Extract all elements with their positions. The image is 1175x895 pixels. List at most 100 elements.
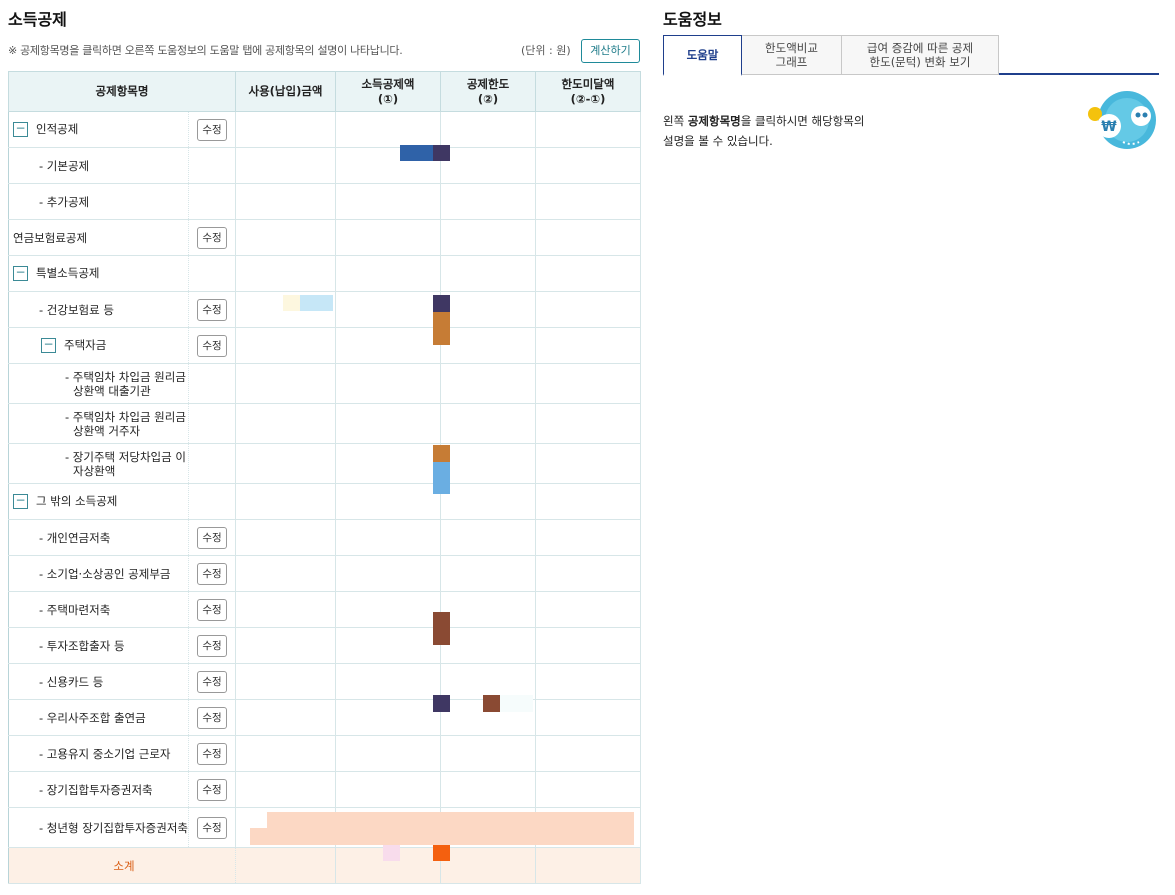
edit-cell: 수정 xyxy=(188,327,236,364)
row-label[interactable]: - 장기주택 저당차입금 이자상환액 xyxy=(65,450,188,478)
collapse-toggle-icon[interactable]: − xyxy=(13,122,28,137)
limit-cell xyxy=(440,111,536,148)
table-row: - 주택마련저축 수정 xyxy=(8,591,641,628)
collapse-toggle-icon[interactable]: − xyxy=(13,266,28,281)
usage-cell xyxy=(235,591,336,628)
row-label-cell[interactable]: - 소기업·소상공인 공제부금 xyxy=(8,555,189,592)
edit-button[interactable]: 수정 xyxy=(197,634,227,657)
row-label[interactable]: - 장기집합투자증권저축 xyxy=(39,783,153,797)
remaining-cell xyxy=(535,363,641,404)
row-label-cell[interactable]: - 기본공제 xyxy=(8,147,189,184)
row-label[interactable]: - 개인연금저축 xyxy=(39,531,110,545)
usage-cell xyxy=(235,627,336,664)
edit-cell: 수정 xyxy=(188,627,236,664)
edit-cell: 수정 xyxy=(188,699,236,736)
remaining-cell xyxy=(535,735,641,772)
edit-button[interactable]: 수정 xyxy=(197,670,227,693)
row-label-cell[interactable]: - 추가공제 xyxy=(8,183,189,220)
row-label-cell[interactable]: 연금보험료공제 xyxy=(8,219,189,256)
row-label[interactable]: - 소기업·소상공인 공제부금 xyxy=(39,567,171,581)
row-label-cell[interactable]: - 우리사주조합 출연금 xyxy=(8,699,189,736)
row-label[interactable]: 특별소득공제 xyxy=(36,266,99,280)
help-text-line2: 설명을 볼 수 있습니다. xyxy=(663,134,773,148)
remaining-cell xyxy=(535,183,641,220)
tab-help[interactable]: 도움말 xyxy=(663,35,742,76)
edit-button[interactable]: 수정 xyxy=(197,526,227,549)
row-label[interactable]: - 고용유지 중소기업 근로자 xyxy=(39,747,171,761)
tab-salary-threshold[interactable]: 급여 증감에 따른 공제 한도(문턱) 변화 보기 xyxy=(841,35,999,75)
row-label-cell[interactable]: − 특별소득공제 xyxy=(8,255,189,292)
row-label[interactable]: 그 밖의 소득공제 xyxy=(36,494,117,508)
row-label[interactable]: - 신용카드 등 xyxy=(39,675,103,689)
row-label-cell[interactable]: - 신용카드 등 xyxy=(8,663,189,700)
edit-button[interactable]: 수정 xyxy=(197,778,227,801)
row-label[interactable]: - 청년형 장기집합투자증권저축 xyxy=(39,821,188,835)
row-label[interactable]: 인적공제 xyxy=(36,122,78,136)
help-panel: 도움정보 도움말 한도액비교 그래프 급여 증감에 따른 공제 한도(문턱) 변… xyxy=(663,0,1160,200)
subtotal-label: 소계 xyxy=(8,847,236,884)
edit-button[interactable]: 수정 xyxy=(197,118,227,141)
row-label[interactable]: 연금보험료공제 xyxy=(13,231,87,245)
row-label-cell[interactable]: - 장기집합투자증권저축 xyxy=(8,771,189,808)
row-label-cell[interactable]: - 건강보험료 등 xyxy=(8,291,189,328)
row-label-cell[interactable]: - 주택임차 차입금 원리금상환액 대출기관 xyxy=(8,363,189,404)
edit-button[interactable]: 수정 xyxy=(197,226,227,249)
row-label[interactable]: - 추가공제 xyxy=(39,195,89,209)
edit-button[interactable]: 수정 xyxy=(197,298,227,321)
row-label-cell[interactable]: - 장기주택 저당차입금 이자상환액 xyxy=(8,443,189,484)
row-label-cell[interactable]: - 청년형 장기집합투자증권저축 xyxy=(8,807,189,848)
edit-button[interactable]: 수정 xyxy=(197,742,227,765)
row-label[interactable]: - 기본공제 xyxy=(39,159,89,173)
row-label-cell[interactable]: - 투자조합출자 등 xyxy=(8,627,189,664)
deduction-cell xyxy=(335,111,441,148)
row-label-cell[interactable]: − 인적공제 xyxy=(8,111,189,148)
table-row: − 주택자금 수정 xyxy=(8,327,641,364)
row-label-cell[interactable]: - 주택마련저축 xyxy=(8,591,189,628)
edit-button[interactable]: 수정 xyxy=(197,334,227,357)
usage-cell xyxy=(235,663,336,700)
row-label[interactable]: - 우리사주조합 출연금 xyxy=(39,711,146,725)
table-row: − 특별소득공제 xyxy=(8,255,641,292)
remaining-cell xyxy=(535,771,641,808)
notice-text: ※ 공제항목명을 클릭하면 오른쪽 도움정보의 도움말 탭에 공제항목의 설명이… xyxy=(8,44,403,57)
edit-button[interactable]: 수정 xyxy=(197,562,227,585)
edit-cell xyxy=(188,363,236,404)
edit-button[interactable]: 수정 xyxy=(197,816,227,839)
tab-limit-graph[interactable]: 한도액비교 그래프 xyxy=(741,35,842,75)
usage-cell xyxy=(235,183,336,220)
deduction-cell xyxy=(335,327,441,364)
help-text-bold: 공제항목명 xyxy=(687,114,741,128)
row-label[interactable]: - 주택임차 차입금 원리금상환액 거주자 xyxy=(65,410,188,438)
calculate-button[interactable]: 계산하기 xyxy=(581,39,640,63)
row-label-cell[interactable]: − 그 밖의 소득공제 xyxy=(8,483,189,520)
header-remaining-label: 한도미달액 (②-①) xyxy=(561,76,615,106)
row-label-cell[interactable]: - 주택임차 차입금 원리금상환액 거주자 xyxy=(8,403,189,444)
help-panel-title: 도움정보 xyxy=(663,10,722,29)
header-item: 공제항목명 xyxy=(8,71,236,112)
usage-cell xyxy=(235,483,336,520)
deduction-cell xyxy=(335,771,441,808)
table-header-row: 공제항목명 사용(납입)금액 소득공제액 (①) 공제한도 (②) 한도미달액 … xyxy=(8,71,641,112)
row-label[interactable]: - 주택마련저축 xyxy=(39,603,110,617)
deduction-cell xyxy=(335,735,441,772)
edit-button[interactable]: 수정 xyxy=(197,706,227,729)
help-tabs: 도움말 한도액비교 그래프 급여 증감에 따른 공제 한도(문턱) 변화 보기 xyxy=(663,35,1159,76)
row-label-cell[interactable]: − 주택자금 xyxy=(8,327,189,364)
collapse-toggle-icon[interactable]: − xyxy=(13,494,28,509)
limit-cell xyxy=(440,327,536,364)
value-artifact xyxy=(250,828,634,845)
value-artifact xyxy=(433,612,450,645)
row-label[interactable]: - 건강보험료 등 xyxy=(39,303,114,317)
value-artifact xyxy=(383,845,400,861)
collapse-toggle-icon[interactable]: − xyxy=(41,338,56,353)
value-artifact xyxy=(433,695,450,712)
row-label[interactable]: - 투자조합출자 등 xyxy=(39,639,125,653)
help-text-prefix: 왼쪽 xyxy=(663,114,688,128)
row-label[interactable]: 주택자금 xyxy=(64,338,106,352)
edit-button[interactable]: 수정 xyxy=(197,598,227,621)
row-label[interactable]: - 주택임차 차입금 원리금상환액 대출기관 xyxy=(65,370,188,398)
row-label-cell[interactable]: - 고용유지 중소기업 근로자 xyxy=(8,735,189,772)
usage-cell xyxy=(235,363,336,404)
usage-cell xyxy=(235,219,336,256)
row-label-cell[interactable]: - 개인연금저축 xyxy=(8,519,189,556)
